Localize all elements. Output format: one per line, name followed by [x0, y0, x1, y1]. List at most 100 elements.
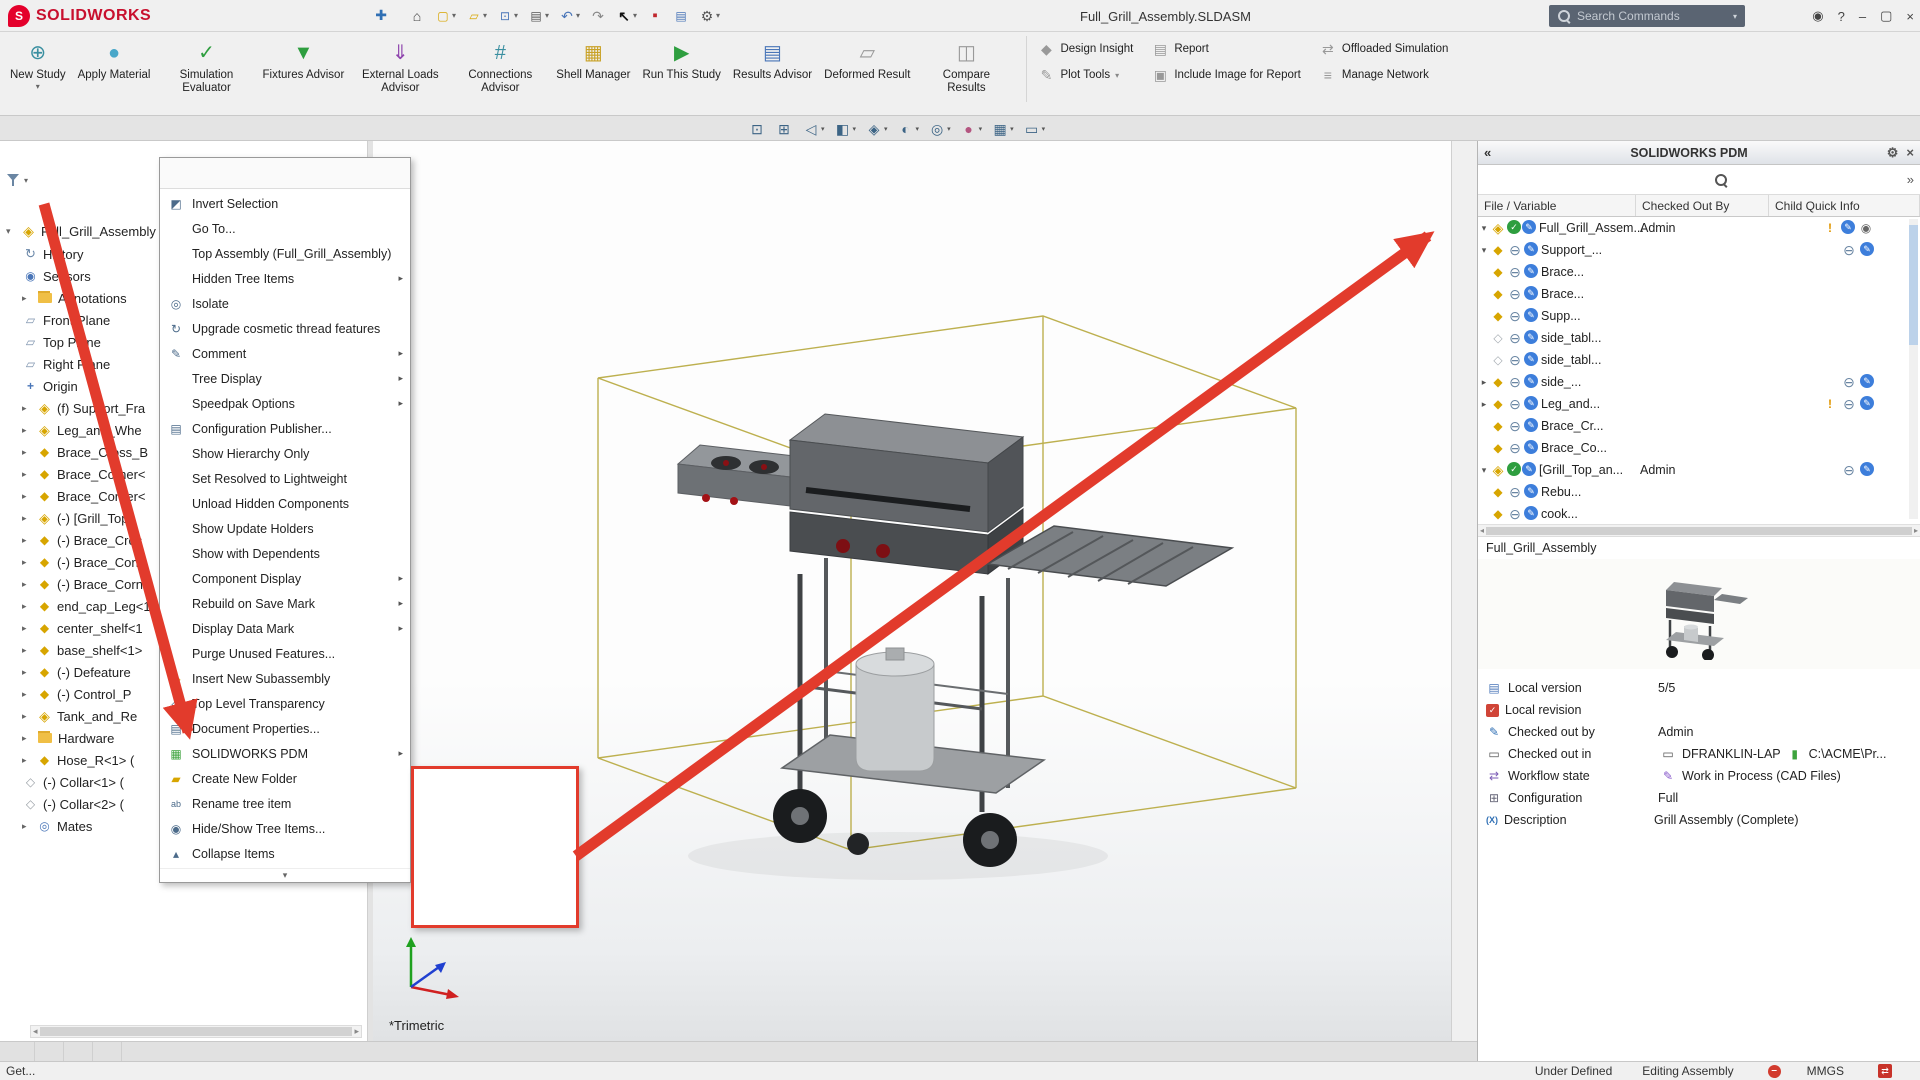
ribbon-button[interactable]: Apply Material ▾ [72, 36, 157, 99]
ribbon-button[interactable]: External Loads Advisor ▾ [350, 36, 450, 99]
expander-icon[interactable]: ▸ [22, 513, 32, 524]
menu-item[interactable] [267, 12, 289, 20]
pin-menubar-icon[interactable]: ✚ [367, 7, 395, 24]
menu-item[interactable] [163, 12, 185, 20]
pdm-tree-row[interactable]: Brace_Cr... [1478, 415, 1920, 437]
context-menu-item[interactable]: Upgrade cosmetic thread features ▸ [160, 316, 410, 341]
ribbon-button[interactable]: Design Insight ▾ [1037, 36, 1133, 62]
context-menu-item[interactable]: Display Data Mark ▸ [160, 616, 410, 641]
ribbon-button[interactable]: Offloaded Simulation ▾ [1319, 36, 1449, 62]
context-menu-item[interactable]: Top Assembly (Full_Grill_Assembly) ▸ [160, 241, 410, 266]
context-menu-item[interactable]: Insert New Subassembly ▸ [160, 666, 410, 691]
pdm-settings-gear-icon[interactable]: ⚙ [1887, 145, 1899, 161]
expander-icon[interactable]: ▾ [1478, 245, 1490, 256]
ribbon-button[interactable]: Include Image for Report ▾ [1151, 62, 1301, 88]
filter-dropdown-icon[interactable]: ▾ [24, 176, 28, 185]
submenu-item[interactable] [414, 897, 576, 922]
pdm-tree-row[interactable]: ▸ Leg_and... [1478, 393, 1920, 415]
pdm-tree-row[interactable]: ▸ side_... [1478, 371, 1920, 393]
scrollbar-thumb[interactable] [1486, 527, 1912, 535]
ribbon-button[interactable]: Compare Results ▾ [916, 36, 1016, 99]
pdm-tree-row[interactable]: Supp... [1478, 305, 1920, 327]
pdm-tree-row[interactable]: ▾ Support_... [1478, 239, 1920, 261]
expander-icon[interactable]: ▸ [22, 645, 32, 656]
column-header[interactable]: Child Quick Info [1769, 195, 1920, 216]
expander-icon[interactable]: ▸ [22, 733, 32, 744]
pdm-close-icon[interactable]: × [1906, 145, 1914, 160]
menu-item[interactable] [345, 12, 367, 20]
expander-icon[interactable]: ▸ [22, 623, 32, 634]
submenu-item[interactable] [414, 797, 576, 822]
menu-item[interactable] [215, 12, 237, 20]
context-menu-item[interactable]: Invert Selection ▸ [160, 191, 410, 216]
menu-expand-chevron-icon[interactable]: ▾ [160, 868, 410, 882]
expander-icon[interactable]: ▾ [1478, 223, 1490, 234]
minimize-icon[interactable]: – [1859, 9, 1866, 24]
pdm-tree-row[interactable]: side_tabl... [1478, 349, 1920, 371]
expander-icon[interactable]: ▸ [22, 711, 32, 722]
context-menu-item[interactable]: Go To... ▸ [160, 216, 410, 241]
submenu-item[interactable] [414, 772, 576, 797]
command-search[interactable]: Search Commands ▾ [1549, 5, 1745, 27]
menu-item[interactable] [319, 12, 341, 20]
pdm-tree-row[interactable]: Brace... [1478, 283, 1920, 305]
menu-item[interactable] [293, 12, 315, 20]
expander-icon[interactable]: ▸ [22, 425, 32, 436]
submenu-item[interactable] [414, 822, 576, 847]
expander-icon[interactable]: ▸ [22, 403, 32, 414]
menu-item[interactable] [189, 12, 211, 20]
close-icon[interactable]: × [1906, 9, 1914, 24]
pdm-tree-row[interactable]: ▾ Full_Grill_Assem... Admin [1478, 217, 1920, 239]
ribbon-button[interactable]: Connections Advisor ▾ [450, 36, 550, 99]
expander-icon[interactable]: ▾ [6, 226, 16, 237]
context-menu-item[interactable]: Hide/Show Tree Items... ▸ [160, 816, 410, 841]
toolbar-overflow-icon[interactable]: » [1907, 172, 1914, 187]
pdm-search-icon[interactable] [1714, 173, 1728, 187]
context-menu-item[interactable]: Hidden Tree Items ▸ [160, 266, 410, 291]
expander-icon[interactable]: ▸ [22, 469, 32, 480]
pdm-tree-row[interactable]: Brace_Co... [1478, 437, 1920, 459]
context-menu-item[interactable]: Set Resolved to Lightweight ▸ [160, 466, 410, 491]
collapse-panel-icon[interactable]: « [1484, 145, 1491, 160]
context-menu-item[interactable]: Unload Hidden Components ▸ [160, 491, 410, 516]
command-tab[interactable] [58, 134, 87, 140]
pdm-tree-row[interactable]: side_tabl... [1478, 327, 1920, 349]
menu-item[interactable] [241, 12, 263, 20]
ribbon-button[interactable]: Deformed Result ▾ [818, 36, 916, 99]
context-menu-item[interactable]: Speedpak Options ▸ [160, 391, 410, 416]
expander-icon[interactable]: ▸ [22, 535, 32, 546]
pdm-vertical-scrollbar[interactable] [1909, 219, 1918, 519]
context-menu-item[interactable]: Isolate ▸ [160, 291, 410, 316]
submenu-item[interactable] [414, 872, 576, 897]
expander-icon[interactable]: ▸ [22, 579, 32, 590]
ribbon-button[interactable]: Fixtures Advisor ▾ [256, 36, 350, 99]
expander-icon[interactable]: ▸ [22, 601, 32, 612]
context-menu-item[interactable]: Document Properties... ▸ [160, 716, 410, 741]
scroll-left-icon[interactable]: ◂ [1480, 526, 1484, 535]
context-menu-item[interactable]: Show with Dependents ▸ [160, 541, 410, 566]
command-tab[interactable] [29, 134, 58, 140]
ribbon-button[interactable]: Plot Tools ▾ [1037, 62, 1133, 88]
column-header[interactable]: Checked Out By [1636, 195, 1769, 216]
context-menu-item[interactable]: Create New Folder ▸ [160, 766, 410, 791]
submenu-item[interactable] [414, 847, 576, 872]
context-menu-item[interactable]: SOLIDWORKS PDM ▸ [160, 741, 410, 766]
expander-icon[interactable]: ▸ [22, 293, 32, 304]
expander-icon[interactable]: ▸ [1478, 399, 1490, 410]
command-tab[interactable] [116, 134, 145, 140]
scrollbar-thumb[interactable] [1909, 225, 1918, 345]
restore-icon[interactable]: ▢ [1880, 8, 1892, 24]
help-icon[interactable]: ? [1838, 9, 1845, 24]
ribbon-button[interactable]: Report ▾ [1151, 36, 1301, 62]
context-menu-item[interactable]: Rename tree item ▸ [160, 791, 410, 816]
expander-icon[interactable]: ▸ [22, 821, 32, 832]
tree-filter[interactable]: ▾ [6, 173, 28, 187]
context-menu-item[interactable]: Show Update Holders ▸ [160, 516, 410, 541]
search-dropdown-icon[interactable]: ▾ [1733, 12, 1737, 21]
scroll-right-icon[interactable]: ▸ [1914, 526, 1918, 535]
document-tab[interactable] [64, 1042, 93, 1061]
scrollbar-thumb[interactable] [40, 1027, 353, 1036]
pdm-tree-row[interactable]: cook... [1478, 503, 1920, 525]
ribbon-button[interactable]: Simulation Evaluator ▾ [156, 36, 256, 99]
ribbon-button[interactable]: Results Advisor ▾ [727, 36, 818, 99]
